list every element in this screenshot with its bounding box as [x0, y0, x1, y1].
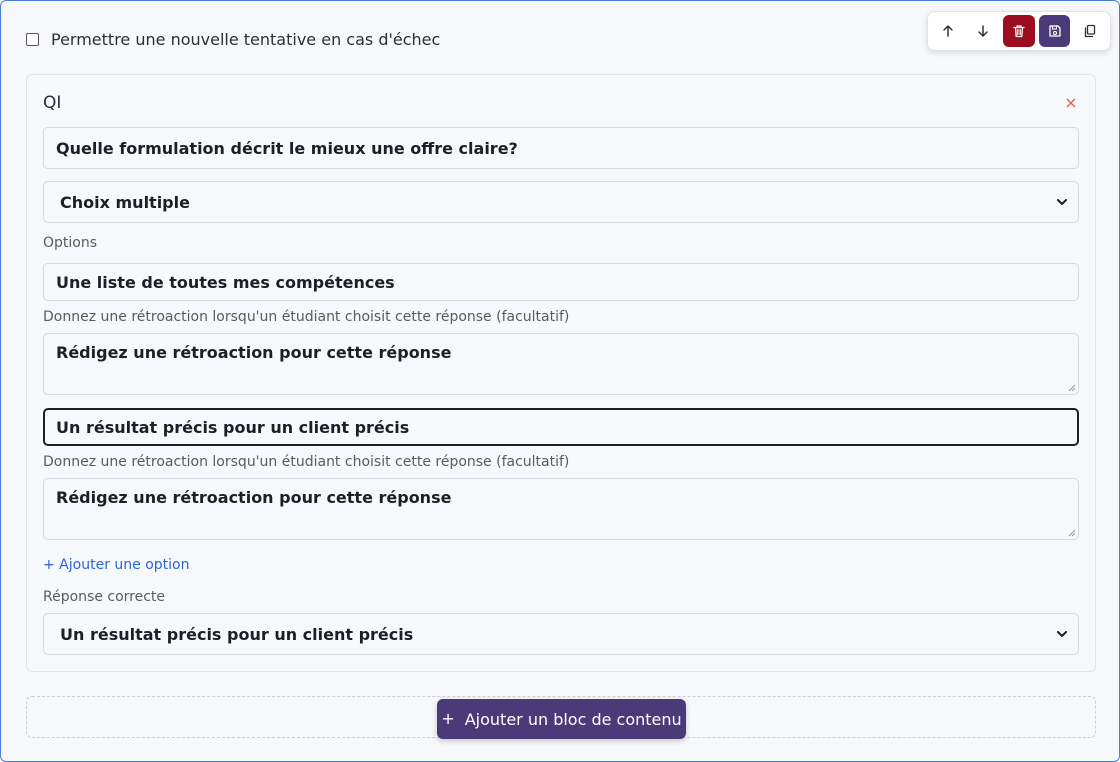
- trash-icon: [1013, 25, 1025, 38]
- question-card: QI × Quelle formulation décrit le mieux …: [26, 74, 1096, 672]
- feedback-placeholder: Rédigez une rétroaction pour cette répon…: [56, 343, 452, 362]
- feedback-placeholder: Rédigez une rétroaction pour cette répon…: [56, 488, 452, 507]
- options-heading: Options: [43, 235, 98, 251]
- option-input[interactable]: Un résultat précis pour un client précis: [43, 408, 1079, 446]
- feedback-label: Donnez une rétroaction lorsqu'un étudian…: [43, 454, 570, 470]
- question-type-value: Choix multiple: [60, 192, 190, 212]
- move-down-button[interactable]: [968, 15, 1000, 47]
- feedback-label: Donnez une rétroaction lorsqu'un étudian…: [43, 309, 570, 325]
- retry-label: Permettre une nouvelle tentative en cas …: [51, 29, 441, 49]
- question-text-input[interactable]: Quelle formulation décrit le mieux une o…: [43, 127, 1079, 169]
- close-icon[interactable]: ×: [1063, 95, 1079, 111]
- feedback-textarea[interactable]: Rédigez une rétroaction pour cette répon…: [43, 478, 1079, 540]
- retry-checkbox[interactable]: [26, 32, 39, 46]
- question-label: QI: [43, 93, 62, 113]
- resize-handle-icon[interactable]: [1068, 384, 1076, 392]
- option-value: Un résultat précis pour un client précis: [56, 417, 410, 437]
- option-input[interactable]: Une liste de toutes mes compétences: [43, 263, 1079, 301]
- chevron-down-icon: [1057, 631, 1067, 637]
- question-text-value: Quelle formulation décrit le mieux une o…: [56, 138, 518, 158]
- resize-handle-icon[interactable]: [1068, 529, 1076, 537]
- block-toolbar: [927, 11, 1111, 51]
- correct-answer-value: Un résultat précis pour un client précis: [60, 624, 414, 644]
- retry-setting: Permettre une nouvelle tentative en cas …: [26, 27, 440, 51]
- arrow-down-icon: [978, 25, 989, 37]
- feedback-textarea[interactable]: Rédigez une rétroaction pour cette répon…: [43, 333, 1079, 395]
- add-option-link[interactable]: + Ajouter une option: [43, 557, 189, 573]
- editor-frame: Permettre une nouvelle tentative en cas …: [0, 0, 1120, 762]
- move-up-button[interactable]: [932, 15, 964, 47]
- plus-icon: +: [441, 709, 455, 728]
- arrow-up-icon: [943, 25, 953, 37]
- correct-answer-label: Réponse correcte: [43, 589, 166, 605]
- save-block-button[interactable]: [1038, 15, 1071, 47]
- correct-answer-select[interactable]: Un résultat précis pour un client précis: [43, 613, 1079, 655]
- save-icon: [1048, 25, 1061, 37]
- option-value: Une liste de toutes mes compétences: [56, 272, 395, 292]
- question-type-select[interactable]: Choix multiple: [43, 181, 1079, 223]
- add-content-block-button[interactable]: + Ajouter un bloc de contenu: [437, 699, 686, 739]
- chevron-down-icon: [1057, 199, 1067, 205]
- add-content-block-label: Ajouter un bloc de contenu: [464, 709, 682, 729]
- duplicate-block-button[interactable]: [1074, 15, 1106, 47]
- delete-block-button[interactable]: [1003, 15, 1035, 47]
- copy-icon: [1085, 24, 1096, 38]
